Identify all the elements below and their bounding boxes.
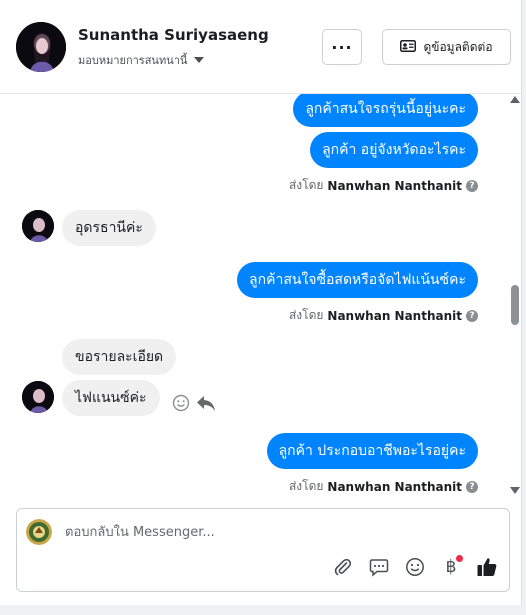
reply-icon[interactable] bbox=[196, 394, 216, 416]
outgoing-message[interactable]: ลูกค้า อยู่จังหวัดอะไรคะ bbox=[310, 132, 478, 168]
sender-name: Nanwhan Nanthanit bbox=[327, 178, 462, 193]
sent-by-prefix: ส่งโดย bbox=[288, 479, 324, 493]
payment-icon[interactable]: ฿ bbox=[439, 555, 463, 579]
contact-info-label: ดูข้อมูลติดต่อ bbox=[423, 39, 493, 54]
avatar[interactable] bbox=[22, 210, 54, 242]
reply-composer: ฿ bbox=[16, 508, 510, 592]
attachment-icon[interactable] bbox=[331, 555, 355, 579]
outgoing-message[interactable]: ลูกค้าสนใจรถรุ่นนี้อยู่นะคะ bbox=[293, 94, 478, 127]
chevron-down-icon bbox=[194, 57, 205, 63]
incoming-message[interactable]: ไฟแนนซ์ค่ะ bbox=[62, 380, 160, 416]
assign-label: มอบหมายการสนทนานี้ bbox=[78, 54, 188, 67]
help-icon[interactable]: ? bbox=[466, 480, 478, 493]
message-actions bbox=[172, 394, 216, 416]
scroll-down-arrow[interactable] bbox=[510, 487, 520, 494]
contact-card-icon bbox=[400, 39, 417, 55]
currency-glyph: ฿ bbox=[445, 557, 457, 577]
sender-name: Nanwhan Nanthanit bbox=[327, 479, 462, 494]
sender-name: Nanwhan Nanthanit bbox=[327, 308, 462, 323]
outgoing-message[interactable]: ลูกค้าสนใจซื้อสดหรือจัดไฟแน้นซ์คะ bbox=[237, 262, 478, 298]
like-icon[interactable] bbox=[475, 555, 499, 579]
reply-input[interactable] bbox=[65, 521, 485, 543]
sent-by-label: ส่งโดย Nanwhan Nanthanit ? bbox=[289, 176, 478, 195]
help-icon[interactable]: ? bbox=[466, 179, 478, 192]
help-icon[interactable]: ? bbox=[466, 309, 478, 322]
sent-by-prefix: ส่งโดย bbox=[288, 308, 324, 322]
view-contact-info-button[interactable]: ดูข้อมูลติดต่อ bbox=[382, 29, 511, 65]
scroll-up-arrow[interactable] bbox=[510, 96, 520, 103]
sent-by-label: ส่งโดย Nanwhan Nanthanit ? bbox=[289, 306, 478, 325]
composer-toolbar: ฿ bbox=[331, 555, 499, 579]
sent-by-prefix: ส่งโดย bbox=[288, 178, 324, 192]
assign-conversation-dropdown[interactable]: มอบหมายการสนทนานี้ bbox=[78, 51, 205, 69]
conversation-panel: Sunantha Suriyasaeng มอบหมายการสนทนานี้ … bbox=[0, 0, 522, 605]
incoming-message[interactable]: ขอรายละเอียด bbox=[62, 339, 177, 375]
message-thread[interactable]: ลูกค้าสนใจรถรุ่นนี้อยู่นะคะ ลูกค้า อยู่จ… bbox=[0, 94, 522, 497]
saved-replies-icon[interactable] bbox=[367, 555, 391, 579]
incoming-message[interactable]: อุดรธานีค่ะ bbox=[62, 210, 156, 246]
emoji-icon[interactable] bbox=[403, 555, 427, 579]
avatar[interactable] bbox=[22, 381, 54, 413]
outgoing-message[interactable]: ลูกค้า ประกอบอาชีพอะไรอยู่คะ bbox=[266, 433, 478, 469]
contact-name[interactable]: Sunantha Suriyasaeng bbox=[78, 26, 269, 44]
avatar[interactable] bbox=[16, 22, 66, 72]
conversation-header: Sunantha Suriyasaeng มอบหมายการสนทนานี้ … bbox=[0, 0, 522, 94]
scrollbar-thumb[interactable] bbox=[511, 285, 519, 325]
page-avatar bbox=[26, 519, 52, 545]
smile-icon[interactable] bbox=[172, 394, 190, 416]
sent-by-label: ส่งโดย Nanwhan Nanthanit ? bbox=[289, 477, 478, 496]
notification-dot bbox=[456, 555, 463, 562]
more-options-button[interactable]: ··· bbox=[322, 29, 362, 65]
more-icon: ··· bbox=[331, 37, 353, 57]
